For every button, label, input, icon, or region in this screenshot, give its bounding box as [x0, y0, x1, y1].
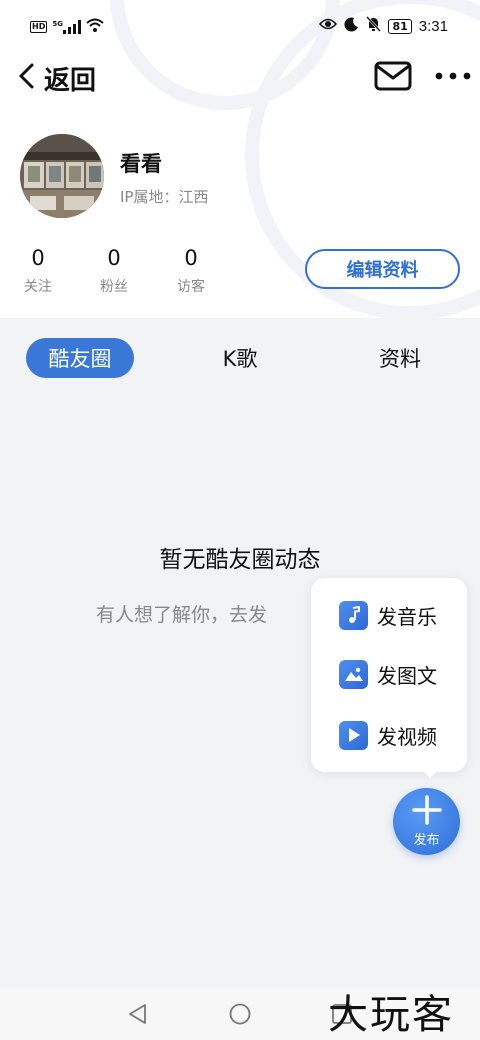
network-label: 5G: [52, 20, 63, 28]
back-triangle-icon[interactable]: [126, 1002, 150, 1026]
empty-state-title: 暂无酷友圈动态: [159, 547, 321, 573]
tab-karaoke[interactable]: K歌: [200, 338, 280, 378]
stat-label: 关注: [24, 279, 52, 295]
image-icon: [339, 659, 368, 689]
edit-profile-button[interactable]: 编辑资料: [305, 249, 460, 289]
empty-state-subtitle: 有人想了解你，去发: [96, 604, 268, 626]
ip-prefix: IP属地：: [120, 188, 179, 206]
publish-image-text-item[interactable]: 发图文: [339, 656, 437, 692]
stat-label: 访客: [177, 279, 205, 295]
back-label: 返回: [44, 65, 97, 96]
watermark: 大玩客: [328, 992, 454, 1038]
chevron-left-icon: [16, 62, 36, 94]
play-icon: [339, 720, 368, 750]
stat-visitors[interactable]: 0 访客: [161, 244, 221, 296]
battery-icon: 81: [388, 18, 412, 34]
mail-icon[interactable]: [374, 60, 412, 92]
username: 看看: [120, 152, 162, 176]
stat-fans[interactable]: 0 粉丝: [84, 244, 144, 296]
plus-icon: [411, 795, 442, 829]
publish-button[interactable]: 发布: [393, 788, 460, 855]
avatar[interactable]: [20, 134, 104, 218]
tab-profile-info[interactable]: 资料: [360, 338, 440, 378]
ip-value: 江西: [178, 188, 209, 206]
moon-icon: [344, 17, 359, 36]
home-circle-icon[interactable]: [228, 1002, 252, 1026]
profile-stats: 0 关注 0 粉丝 0 访客: [0, 244, 260, 304]
signal-icon: 5G: [52, 20, 81, 34]
profile-tabs: 酷友圈 K歌 资料: [0, 338, 480, 380]
popup-arrow: [420, 768, 440, 778]
publish-music-item[interactable]: 发音乐: [339, 597, 437, 633]
publish-label: 发布: [413, 833, 440, 848]
hd-icon: HD: [30, 21, 48, 33]
stat-following[interactable]: 0 关注: [8, 244, 68, 296]
wifi-icon: [86, 18, 104, 36]
music-note-icon: [339, 600, 368, 630]
ip-location: IP属地： 江西: [120, 186, 209, 207]
tab-friend-circle[interactable]: 酷友圈: [26, 338, 134, 378]
menu-label: 发音乐: [377, 604, 437, 629]
stat-value: 0: [107, 246, 121, 270]
stat-value: 0: [184, 246, 198, 270]
publish-video-item[interactable]: 发视频: [339, 717, 437, 753]
clock: 3:31: [418, 17, 448, 35]
eye-icon: [319, 17, 338, 35]
stat-value: 0: [31, 246, 45, 270]
publish-menu: 发音乐 发图文 发视频: [311, 578, 467, 772]
more-icon[interactable]: [434, 64, 472, 88]
top-navbar: 返回: [0, 52, 480, 102]
status-bar: HD 5G 81 3:31: [0, 0, 480, 52]
back-button[interactable]: 返回: [16, 58, 96, 98]
mute-bell-icon: [366, 16, 382, 36]
menu-label: 发图文: [377, 663, 437, 688]
stat-label: 粉丝: [100, 279, 128, 295]
menu-label: 发视频: [377, 724, 437, 749]
